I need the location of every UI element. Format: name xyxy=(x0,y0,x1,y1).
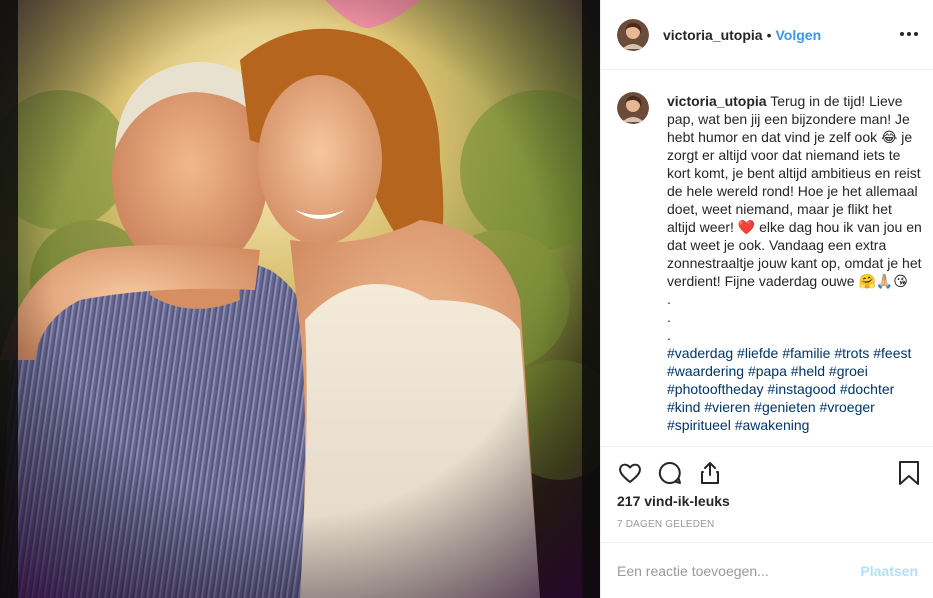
post-header: victoria_utopia • Volgen xyxy=(601,0,933,70)
follow-button[interactable]: Volgen xyxy=(776,27,822,43)
caption-dot-2: . xyxy=(667,309,671,325)
likes-count[interactable]: 217 vind-ik-leuks xyxy=(617,493,730,509)
share-icon[interactable] xyxy=(697,460,723,486)
instagram-post: victoria_utopia • Volgen victoria_utopia… xyxy=(0,0,933,598)
post-comment-button[interactable]: Plaatsen xyxy=(860,563,918,579)
caption-dot-1: . xyxy=(667,291,671,307)
caption-dot-3: . xyxy=(667,327,671,343)
post-photo-image xyxy=(0,0,600,598)
caption-comment: victoria_utopia Terug in de tijd! Lieve … xyxy=(617,92,922,434)
more-options-icon[interactable] xyxy=(900,26,918,42)
caption-username[interactable]: victoria_utopia xyxy=(667,93,767,109)
caption-text-block: victoria_utopia Terug in de tijd! Lieve … xyxy=(667,92,922,434)
caption-avatar-icon[interactable] xyxy=(617,92,649,124)
comments-area[interactable]: victoria_utopia Terug in de tijd! Lieve … xyxy=(601,70,933,446)
add-comment-box: Plaatsen xyxy=(601,542,933,598)
comment-input[interactable] xyxy=(617,562,861,579)
author-username[interactable]: victoria_utopia xyxy=(663,27,763,43)
caption-hashtags[interactable]: #vaderdag #liefde #familie #trots #feest… xyxy=(667,345,911,433)
post-photo[interactable] xyxy=(0,0,600,598)
post-side-panel: victoria_utopia • Volgen victoria_utopia… xyxy=(600,0,933,598)
caption-text: Terug in de tijd! Lieve pap, wat ben jij… xyxy=(667,93,922,289)
bookmark-icon[interactable] xyxy=(896,460,922,486)
post-timestamp[interactable]: 7 DAGEN GELEDEN xyxy=(617,519,714,530)
heart-icon[interactable] xyxy=(617,460,643,486)
avatar-photo-icon[interactable] xyxy=(617,18,649,51)
separator-dot: • xyxy=(766,26,772,43)
action-bar xyxy=(617,460,922,486)
comment-bubble-icon[interactable] xyxy=(657,460,683,486)
actions-divider xyxy=(601,446,933,447)
